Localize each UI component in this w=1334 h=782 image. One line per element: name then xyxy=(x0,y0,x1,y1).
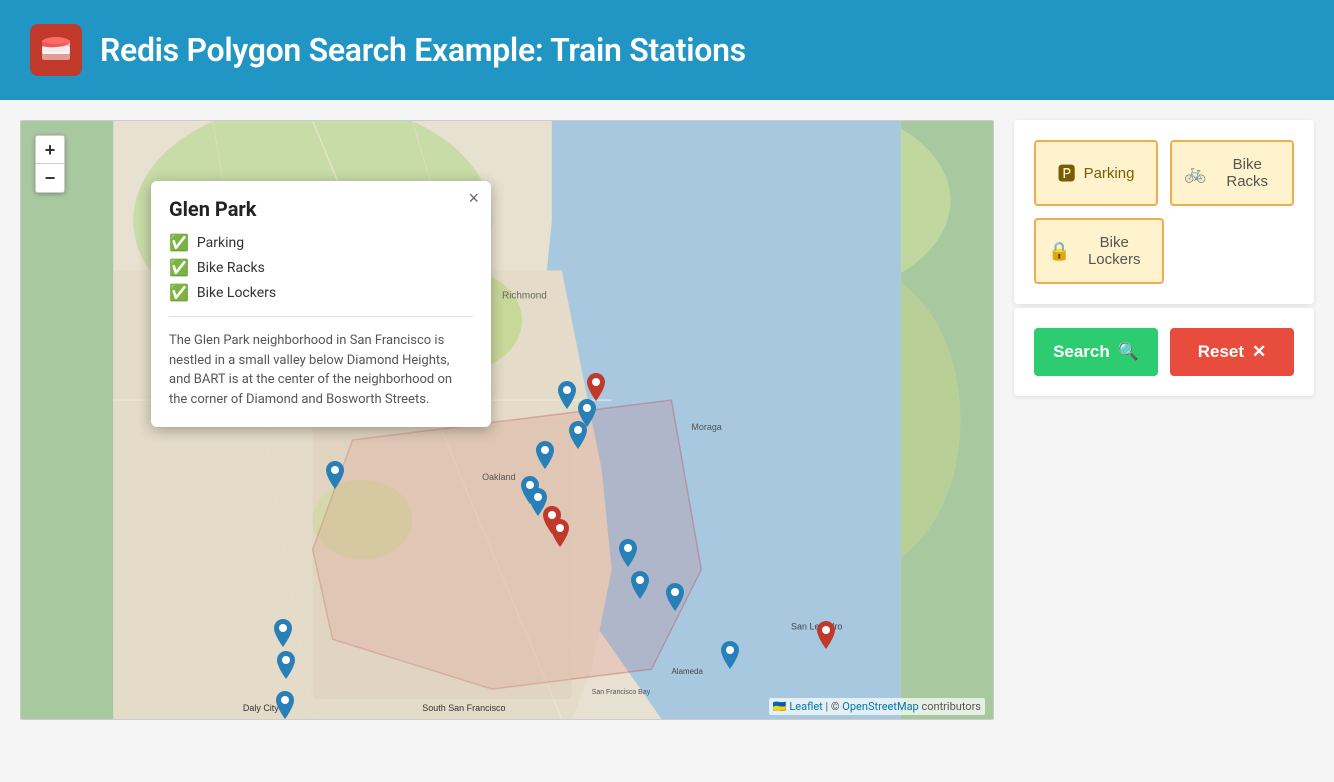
popup-close-button[interactable]: × xyxy=(468,189,479,207)
search-button[interactable]: Search 🔍 xyxy=(1034,328,1158,376)
parking-icon: 🅿 xyxy=(1058,160,1076,186)
map-pin-blue[interactable] xyxy=(558,381,576,409)
filter-bikeracks-label: Bike Racks xyxy=(1214,156,1280,190)
page-title: Redis Polygon Search Example: Train Stat… xyxy=(100,31,746,69)
popup-amenity-bikelockers: ✅ Bike Lockers xyxy=(169,283,473,302)
redis-logo-icon xyxy=(38,32,74,68)
map-pin-blue[interactable] xyxy=(276,691,294,719)
popup-description: The Glen Park neighborhood in San Franci… xyxy=(169,331,473,409)
map-pin-red[interactable] xyxy=(551,519,569,547)
map-zoom-controls: + − xyxy=(35,135,65,193)
map-pin-blue[interactable] xyxy=(326,461,344,489)
map-pin-blue[interactable] xyxy=(619,539,637,567)
filter-bikelockers-button[interactable]: 🔒 Bike Lockers xyxy=(1034,218,1164,284)
osm-link[interactable]: OpenStreetMap xyxy=(842,700,918,713)
svg-text:Richmond: Richmond xyxy=(502,290,547,301)
popup-amenity-parking-label: Parking xyxy=(197,235,244,251)
svg-text:South San Francisco: South San Francisco xyxy=(422,703,505,713)
filter-card: 🅿 Parking 🚲 Bike Racks 🔒 Bike Lockers xyxy=(1014,120,1314,304)
map-pin-blue[interactable] xyxy=(536,441,554,469)
map-pin-blue[interactable] xyxy=(277,651,295,679)
svg-text:Moraga: Moraga xyxy=(691,422,721,432)
sidebar: 🅿 Parking 🚲 Bike Racks 🔒 Bike Lockers Se… xyxy=(994,120,1314,396)
map-pin-red[interactable] xyxy=(716,719,734,720)
filter-bikeracks-button[interactable]: 🚲 Bike Racks xyxy=(1170,140,1294,206)
check-icon: ✅ xyxy=(169,233,189,252)
action-card: Search 🔍 Reset ✕ xyxy=(1014,308,1314,396)
app-logo xyxy=(30,24,82,76)
svg-text:San Francisco Bay: San Francisco Bay xyxy=(592,689,651,696)
map-attribution: 🇺🇦 Leaflet | © OpenStreetMap contributor… xyxy=(769,698,985,715)
check-icon: ✅ xyxy=(169,283,189,302)
leaflet-credit: 🇺🇦 xyxy=(773,700,789,713)
filter-parking-label: Parking xyxy=(1084,165,1135,182)
map-pin-blue[interactable] xyxy=(721,641,739,669)
filter-row-1: 🅿 Parking 🚲 Bike Racks xyxy=(1034,140,1294,206)
check-icon: ✅ xyxy=(169,258,189,277)
map-pin-blue[interactable] xyxy=(569,421,587,449)
map-pin-blue[interactable] xyxy=(666,583,684,611)
map-pin-blue[interactable] xyxy=(631,571,649,599)
map-area[interactable]: Richmond Mill Valley Oakland Moraga Alam… xyxy=(20,120,994,720)
main-content: Richmond Mill Valley Oakland Moraga Alam… xyxy=(0,100,1334,782)
station-popup: × Glen Park ✅ Parking ✅ Bike Racks ✅ Bik… xyxy=(151,181,491,427)
popup-amenity-bikeracks: ✅ Bike Racks xyxy=(169,258,473,277)
map-pin-blue[interactable] xyxy=(274,619,292,647)
svg-text:Daly City: Daly City xyxy=(243,703,279,713)
reset-icon: ✕ xyxy=(1252,342,1266,362)
reset-button-label: Reset xyxy=(1198,342,1244,362)
popup-amenity-parking: ✅ Parking xyxy=(169,233,473,252)
popup-divider xyxy=(169,316,473,317)
search-icon: 🔍 xyxy=(1118,342,1139,362)
svg-text:Alameda: Alameda xyxy=(671,667,703,676)
popup-amenity-bikeracks-label: Bike Racks xyxy=(197,260,265,276)
zoom-out-button[interactable]: − xyxy=(36,164,64,192)
filter-row-2: 🔒 Bike Lockers xyxy=(1034,218,1294,284)
bike-racks-icon: 🚲 xyxy=(1184,163,1206,184)
reset-button[interactable]: Reset ✕ xyxy=(1170,328,1294,376)
search-button-label: Search xyxy=(1053,342,1110,362)
popup-station-name: Glen Park xyxy=(169,197,473,221)
bike-lockers-icon: 🔒 xyxy=(1048,241,1070,262)
zoom-in-button[interactable]: + xyxy=(36,136,64,164)
header: Redis Polygon Search Example: Train Stat… xyxy=(0,0,1334,100)
popup-amenity-bikelockers-label: Bike Lockers xyxy=(197,285,276,301)
svg-text:Oakland: Oakland xyxy=(482,472,515,482)
map-pin-red[interactable] xyxy=(817,621,835,649)
leaflet-link[interactable]: Leaflet xyxy=(789,700,822,713)
map-pin-red[interactable] xyxy=(587,373,605,401)
filter-parking-button[interactable]: 🅿 Parking xyxy=(1034,140,1158,206)
filter-bikelockers-label: Bike Lockers xyxy=(1078,234,1150,268)
attribution-suffix: contributors xyxy=(921,700,981,713)
attribution-separator: | © xyxy=(826,700,843,713)
